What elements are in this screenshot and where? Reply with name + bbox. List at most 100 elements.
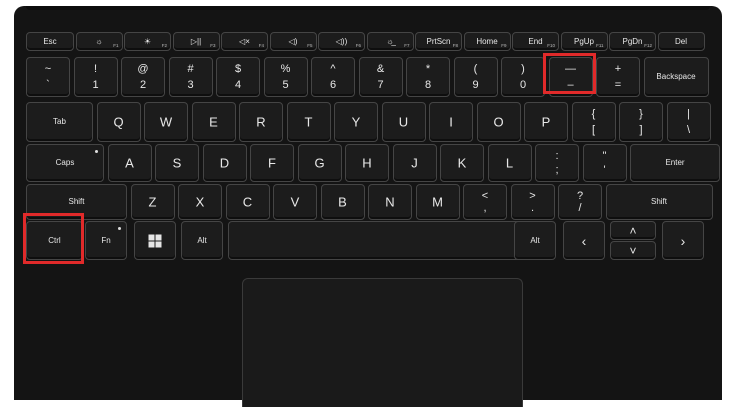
left-arrow-key[interactable]: ‹: [563, 221, 605, 260]
del-key[interactable]: Del: [657, 32, 705, 51]
equals-key-shift-label: +: [614, 63, 622, 76]
t-key[interactable]: T: [286, 102, 331, 142]
h-key[interactable]: H: [345, 144, 389, 182]
caps-key-label: Caps: [55, 158, 75, 167]
tab-key[interactable]: Tab: [26, 102, 93, 142]
z-key[interactable]: Z: [130, 184, 175, 220]
pgup-key[interactable]: PgUp F11: [560, 32, 608, 51]
x-key-label: X: [195, 194, 205, 210]
v-key[interactable]: V: [273, 184, 317, 220]
q-key[interactable]: Q: [96, 102, 141, 142]
pgdn-key[interactable]: PgDn F12: [609, 32, 656, 51]
o-key-label: O: [493, 114, 504, 130]
bracket-left-key[interactable]: {[: [571, 102, 616, 142]
fn-lock-indicator: [118, 227, 121, 230]
slash-key[interactable]: ? /: [558, 184, 602, 220]
enter-key[interactable]: Enter: [630, 144, 720, 182]
0-key[interactable]: ) 0: [501, 57, 545, 97]
a-key[interactable]: A: [107, 144, 152, 182]
0-key-label: 0: [519, 78, 527, 91]
period-key[interactable]: >.: [510, 184, 555, 220]
windows-key[interactable]: [134, 221, 176, 260]
quote-key[interactable]: " ': [582, 144, 627, 182]
minus-key[interactable]: — –: [548, 57, 593, 97]
down-arrow-key[interactable]: ˅: [610, 241, 656, 260]
n-key[interactable]: N: [368, 184, 412, 220]
bracket-right-key[interactable]: }]: [619, 102, 663, 142]
space-key[interactable]: [228, 221, 523, 260]
comma-key-label: ,: [483, 202, 487, 215]
8-key[interactable]: * 8: [406, 57, 450, 97]
fn-key[interactable]: Fn: [85, 221, 127, 260]
shift-left-key[interactable]: Shift: [26, 184, 127, 220]
slash-key-label: /: [578, 202, 582, 215]
p-key[interactable]: P: [524, 102, 568, 142]
pgdn-key-fn-label: F12: [644, 43, 652, 48]
f4-key[interactable]: ◁× F4: [221, 32, 268, 51]
5-key[interactable]: % 5: [263, 57, 308, 97]
tilde-key[interactable]: ~ `: [26, 57, 70, 97]
end-key[interactable]: End F10: [512, 32, 559, 51]
f-key-label: F: [268, 155, 276, 171]
b-key[interactable]: B: [320, 184, 365, 220]
f2-key[interactable]: ☀ F2: [124, 32, 171, 51]
7-key-shift-label: &: [376, 63, 385, 76]
f2-key-fn-label: F2: [161, 43, 167, 48]
home-key[interactable]: Home F9: [463, 32, 511, 51]
4-key[interactable]: $4: [216, 57, 260, 97]
j-key[interactable]: J: [392, 144, 437, 182]
prtscn-key[interactable]: PrtScn F8: [415, 32, 462, 51]
6-key[interactable]: ^ 6: [311, 57, 355, 97]
f7-key[interactable]: ☼̲ F7: [366, 32, 414, 51]
f3-key-fn-label: F3: [210, 43, 216, 48]
a-key-label: A: [125, 155, 134, 171]
l-key[interactable]: L: [487, 144, 532, 182]
x-key[interactable]: X: [178, 184, 222, 220]
trackpad[interactable]: [242, 278, 523, 407]
9-key[interactable]: (9: [453, 57, 498, 97]
3-key[interactable]: #3: [168, 57, 213, 97]
u-key-label: U: [398, 114, 409, 130]
m-key[interactable]: M: [415, 184, 460, 220]
r-key[interactable]: R: [239, 102, 283, 142]
up-arrow-key[interactable]: ˄: [610, 221, 656, 240]
s-key[interactable]: S: [155, 144, 199, 182]
7-key[interactable]: & 7: [358, 57, 403, 97]
o-key[interactable]: O: [476, 102, 521, 142]
alt-left-key[interactable]: Alt: [181, 221, 223, 260]
f-key[interactable]: F: [250, 144, 294, 182]
backspace-key[interactable]: Backspace: [643, 57, 709, 97]
esc-key[interactable]: Esc: [26, 32, 74, 51]
alt-right-key[interactable]: Alt: [514, 221, 556, 260]
1-key[interactable]: ! 1: [73, 57, 118, 97]
backslash-key[interactable]: | \: [666, 102, 711, 142]
caps-key[interactable]: Caps: [26, 144, 104, 182]
d-key-label: D: [219, 155, 230, 171]
f3-key[interactable]: ▷|| F3: [172, 32, 220, 51]
g-key[interactable]: G: [297, 144, 342, 182]
f5-key[interactable]: ◁) F5: [269, 32, 317, 51]
c-key[interactable]: C: [225, 184, 270, 220]
2-key-shift-label: @: [137, 63, 149, 76]
8-key-label: 8: [424, 78, 432, 91]
left-arrow-icon: ‹: [581, 233, 587, 249]
semicolon-key[interactable]: :;: [535, 144, 579, 182]
w-key[interactable]: W: [144, 102, 188, 142]
2-key[interactable]: @2: [121, 57, 165, 97]
period-key-label: .: [530, 202, 535, 215]
f6-key[interactable]: ◁)) F6: [318, 32, 365, 51]
backspace-key-label: Backspace: [656, 72, 696, 81]
right-arrow-key[interactable]: ›: [662, 221, 704, 260]
i-key[interactable]: I: [429, 102, 473, 142]
d-key[interactable]: D: [202, 144, 247, 182]
shift-right-key[interactable]: Shift: [605, 184, 713, 220]
ctrl-key[interactable]: Ctrl: [26, 221, 83, 260]
comma-key[interactable]: <,: [463, 184, 507, 220]
y-key[interactable]: Y: [334, 102, 378, 142]
equals-key[interactable]: + =: [596, 57, 640, 97]
u-key[interactable]: U: [381, 102, 426, 142]
f1-key[interactable]: ☼ F1: [75, 32, 123, 51]
bracket-left-key-label: [: [591, 123, 596, 136]
e-key[interactable]: E: [191, 102, 236, 142]
k-key[interactable]: K: [440, 144, 484, 182]
